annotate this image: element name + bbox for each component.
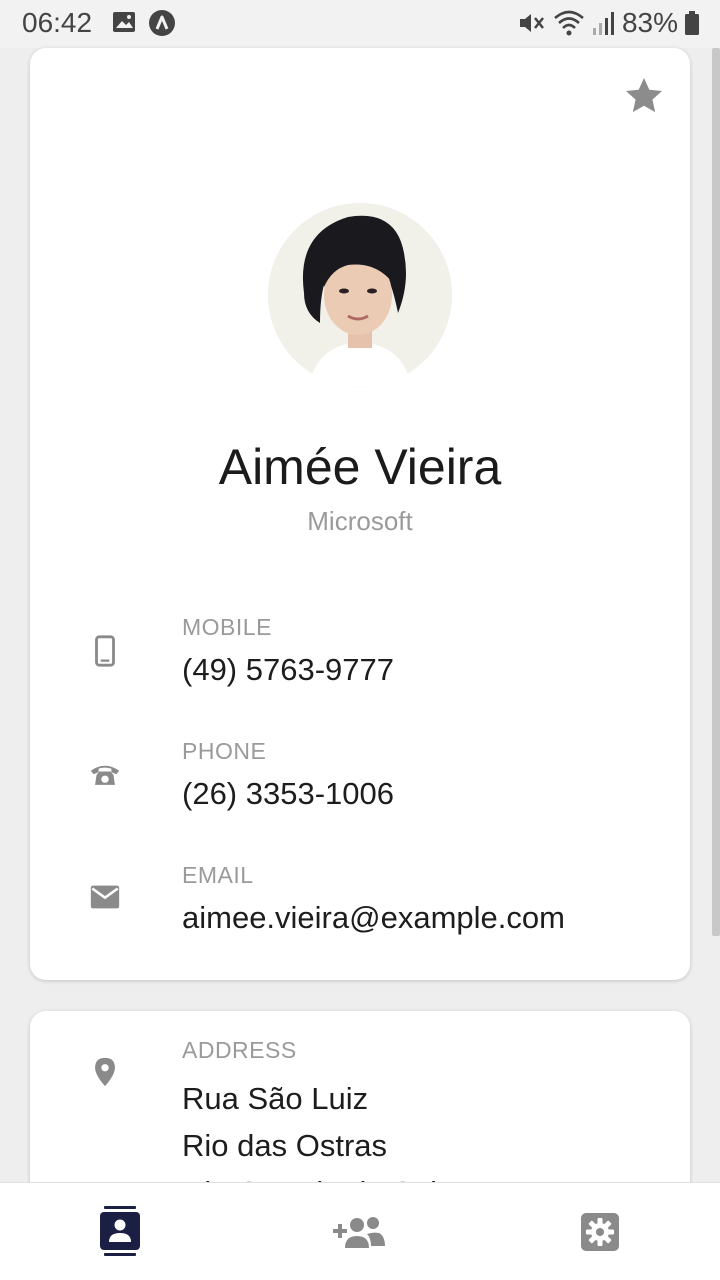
mobile-row[interactable]: MOBILE (49) 5763-9777 xyxy=(30,614,690,714)
phone-value[interactable]: (26) 3353-1006 xyxy=(182,776,394,812)
status-time: 06:42 xyxy=(22,7,93,38)
battery-percent: 83% xyxy=(621,7,678,38)
address-line: Rio das Ostras xyxy=(182,1128,388,1163)
contact-company: Microsoft xyxy=(307,506,413,536)
add-group-icon xyxy=(333,1217,385,1248)
contact-card: Aimée Vieira Microsoft MOBILE (49) 5763-… xyxy=(30,48,690,980)
avatar-photo xyxy=(268,203,452,387)
a-badge-icon xyxy=(149,10,175,36)
mobile-value[interactable]: (49) 5763-9777 xyxy=(182,652,394,688)
gear-icon xyxy=(581,1213,619,1251)
mute-icon xyxy=(519,14,544,32)
email-label: EMAIL xyxy=(182,862,254,888)
signal-icon xyxy=(592,12,614,35)
address-line: Rua São Luiz xyxy=(182,1081,369,1116)
nav-add-contact-button[interactable] xyxy=(240,1183,480,1280)
status-icons: 83% xyxy=(518,7,700,39)
scrollbar[interactable] xyxy=(712,48,720,936)
contact-avatar xyxy=(268,203,452,387)
mail-icon xyxy=(90,885,120,909)
mobile-label: MOBILE xyxy=(182,614,272,640)
phone-row[interactable]: PHONE (26) 3353-1006 xyxy=(30,738,690,838)
favorite-star-icon[interactable] xyxy=(622,74,666,118)
location-pin-icon xyxy=(95,1057,115,1087)
gallery-icon xyxy=(113,12,135,32)
address-card[interactable]: ADDRESS Rua São Luiz Rio das Ostras Rio … xyxy=(30,1011,690,1211)
email-value[interactable]: aimee.vieira@example.com xyxy=(182,900,565,936)
address-label: ADDRESS xyxy=(182,1037,297,1063)
contact-name: Aimée Vieira xyxy=(218,439,502,495)
email-row[interactable]: EMAIL aimee.vieira@example.com xyxy=(30,862,690,962)
nav-settings-button[interactable] xyxy=(480,1183,720,1280)
telephone-icon xyxy=(90,765,120,785)
contact-card-icon xyxy=(100,1206,140,1256)
nav-contacts-button[interactable] xyxy=(0,1183,240,1280)
status-bar: 06:42 83% xyxy=(0,0,720,48)
smartphone-icon xyxy=(95,635,115,667)
bottom-navigation xyxy=(0,1182,720,1280)
wifi-icon xyxy=(554,10,584,36)
battery-icon xyxy=(685,11,699,35)
phone-label: PHONE xyxy=(182,738,267,764)
